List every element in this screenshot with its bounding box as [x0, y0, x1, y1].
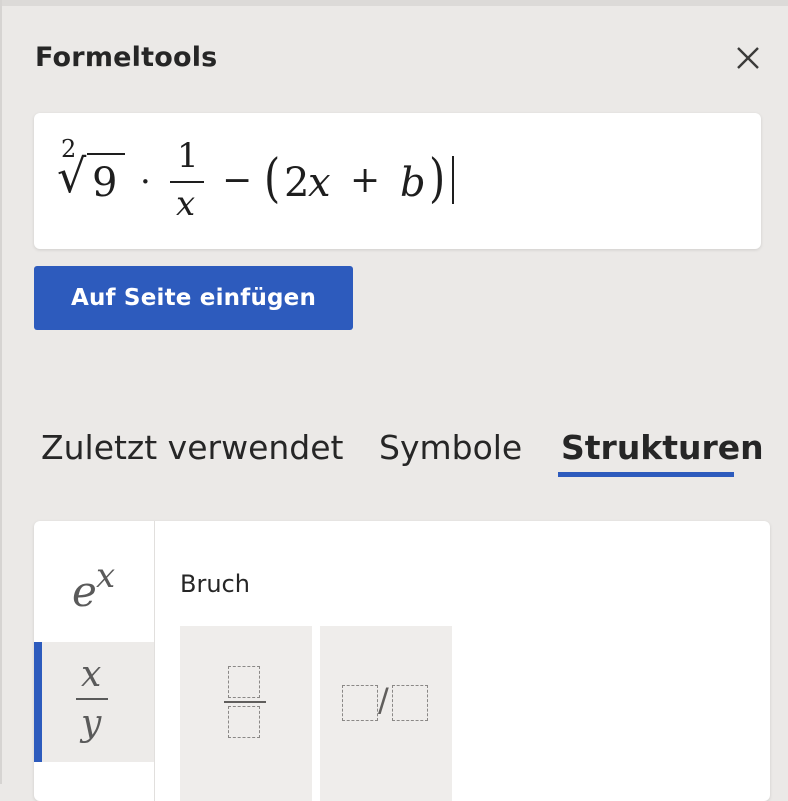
equation-editor[interactable]: 2 √ 9 · 1 x − ( 2 x + b )	[34, 113, 761, 249]
linear-fraction-icon: /	[320, 626, 452, 801]
window-top-edge	[0, 0, 788, 6]
exp-base: e	[72, 567, 97, 616]
category-superscript[interactable]: e x	[34, 521, 154, 641]
structure-category-list: e x x y	[34, 521, 155, 801]
exp-power: x	[96, 556, 116, 596]
linear-fraction-tile[interactable]: /	[320, 626, 452, 801]
window-left-edge	[0, 0, 2, 784]
fraction-numerator: 1	[177, 136, 199, 176]
panel-title: Formeltools	[35, 42, 218, 73]
fraction-icon: x y	[34, 642, 154, 762]
stacked-fraction-bar	[224, 701, 266, 703]
superscript-icon: e x	[34, 521, 154, 641]
close-paren: )	[429, 149, 446, 209]
fraction-bar	[170, 181, 204, 183]
insert-on-page-button[interactable]: Auf Seite einfügen	[34, 266, 353, 330]
root-overline	[87, 153, 125, 155]
numerator-placeholder	[228, 666, 260, 698]
left-placeholder	[342, 685, 378, 721]
tab-structures[interactable]: Strukturen	[561, 428, 764, 467]
frac-bar	[76, 698, 108, 700]
frac-top: x	[81, 654, 102, 695]
close-icon	[737, 47, 759, 69]
text-caret	[452, 156, 454, 204]
frac-bottom: y	[81, 703, 102, 744]
right-placeholder	[392, 685, 428, 721]
section-label-fraction: Bruch	[180, 570, 250, 598]
variable-b: b	[400, 160, 426, 206]
coefficient: 2	[284, 160, 310, 206]
minus-sign: −	[222, 160, 253, 201]
fraction-denominator: x	[176, 184, 196, 224]
structures-panel: e x x y Bruch /	[34, 521, 770, 801]
radicand: 9	[92, 160, 118, 206]
plus-sign: +	[350, 160, 381, 201]
close-button[interactable]	[730, 42, 764, 76]
equation-display[interactable]: 2 √ 9 · 1 x − ( 2 x + b )	[34, 113, 761, 249]
open-paren: (	[264, 149, 281, 209]
root-sign: √	[57, 149, 87, 203]
tab-symbols[interactable]: Symbole	[379, 428, 522, 467]
stacked-fraction-tile[interactable]	[180, 626, 312, 801]
tab-recent[interactable]: Zuletzt verwendet	[41, 428, 343, 467]
active-tab-indicator	[558, 472, 734, 477]
category-fraction[interactable]: x y	[34, 642, 154, 762]
denominator-placeholder	[228, 706, 260, 738]
variable-x: x	[308, 160, 331, 206]
linear-slash: /	[378, 681, 389, 719]
multiply-dot: ·	[140, 162, 151, 202]
stacked-fraction-icon	[180, 626, 312, 801]
